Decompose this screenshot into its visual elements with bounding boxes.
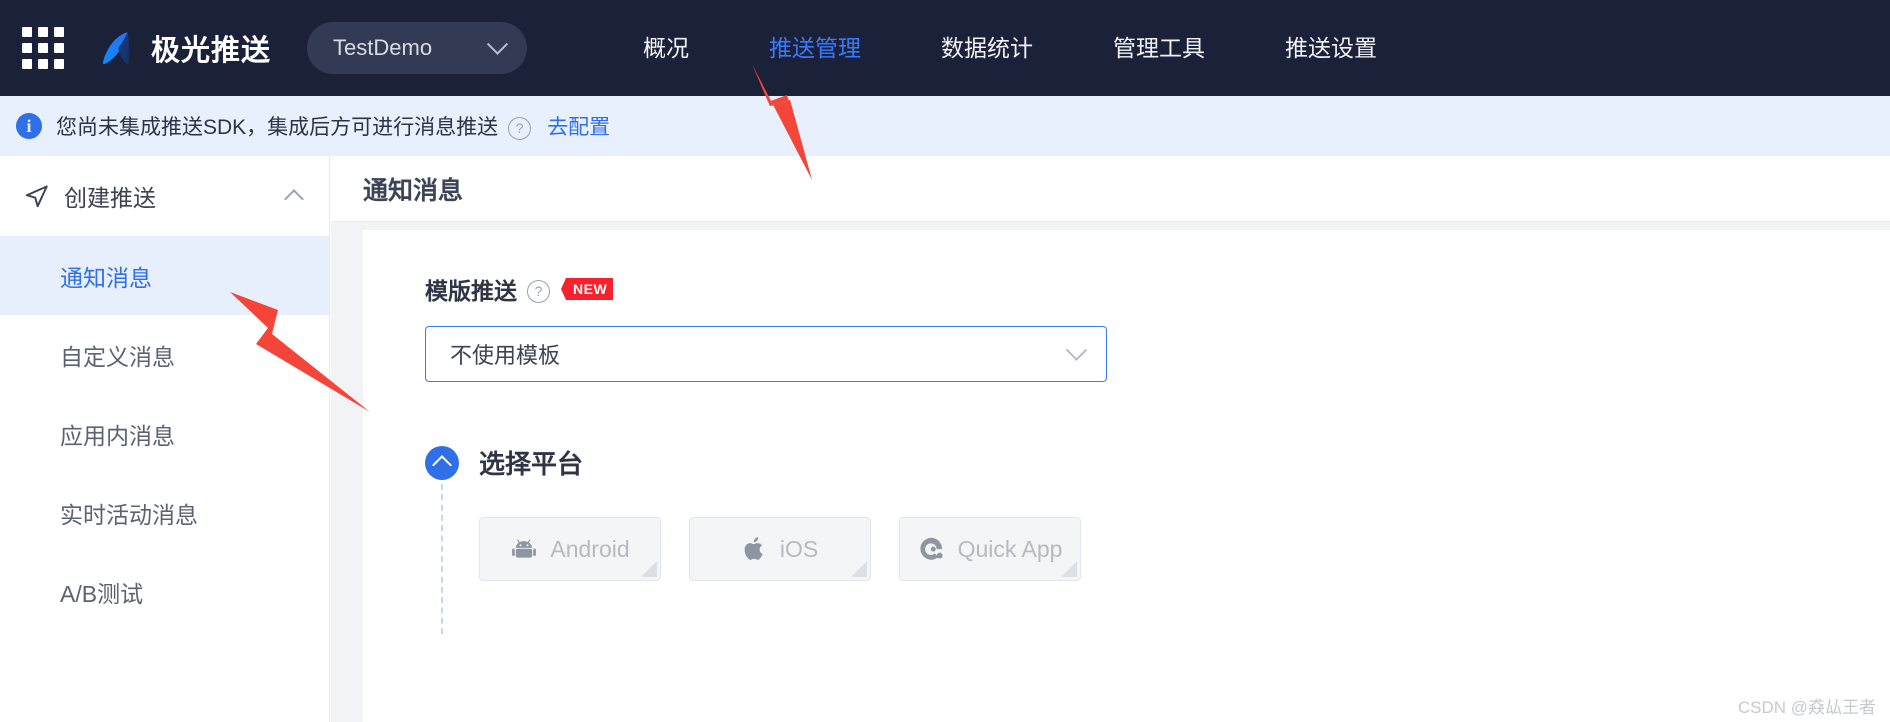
sidebar-item-notification-message[interactable]: 通知消息 xyxy=(0,236,329,315)
brand-name: 极光推送 xyxy=(151,35,272,67)
grid-dot xyxy=(38,43,48,53)
sidebar-item-inapp-message[interactable]: 应用内消息 xyxy=(0,394,329,473)
apple-icon xyxy=(744,537,763,560)
platform-button-quick-app[interactable]: Quick App xyxy=(899,517,1081,581)
main-navigation: 概况 推送管理 数据统计 管理工具 推送设置 xyxy=(603,0,1417,96)
sidebar-item-label: 应用内消息 xyxy=(60,422,175,449)
app-root: 极光推送 TestDemo 概况 推送管理 数据统计 管理工具 推送设置 i 您… xyxy=(0,0,1890,722)
chevron-up-icon[interactable] xyxy=(284,188,304,209)
question-circle-icon[interactable]: ? xyxy=(508,116,532,140)
platform-label: iOS xyxy=(779,535,819,562)
go-configure-link[interactable]: 去配置 xyxy=(547,111,610,141)
platform-button-android[interactable]: Android xyxy=(479,517,661,581)
sidebar-item-label: 自定义消息 xyxy=(60,343,175,370)
sidebar-item-label: 通知消息 xyxy=(60,264,152,291)
push-form-card: 模版推送 ? NEW 不使用模板 选择平台 Android iOS Quick … xyxy=(363,230,1890,722)
chevron-down-icon xyxy=(486,33,509,55)
select-platform-section: 选择平台 Android iOS Quick App xyxy=(425,444,1890,634)
corner-triangle-icon xyxy=(1061,561,1077,577)
csdn-watermark: CSDN @猋厸王者 xyxy=(1737,698,1876,717)
grid-dot xyxy=(22,27,32,37)
info-circle-icon: i xyxy=(16,113,42,139)
platform-label: Android xyxy=(550,535,630,562)
android-icon xyxy=(512,539,537,558)
chevron-down-icon xyxy=(1065,339,1088,361)
notice-message: 您尚未集成推送SDK，集成后方可进行消息推送 xyxy=(56,116,499,139)
select-platform-title: 选择平台 xyxy=(479,449,584,479)
nav-item-push-management[interactable]: 推送管理 xyxy=(729,0,901,96)
brand-logo-link[interactable]: 极光推送 xyxy=(96,27,271,69)
nav-item-management-tools[interactable]: 管理工具 xyxy=(1073,0,1245,96)
grid-dot xyxy=(54,43,64,53)
sidebar-group-create-push[interactable]: 创建推送 xyxy=(0,156,329,236)
platform-label: Quick App xyxy=(957,535,1063,562)
sidebar-item-label: A/B测试 xyxy=(60,580,144,607)
app-switcher-current-app: TestDemo xyxy=(333,35,433,60)
page-title: 通知消息 xyxy=(363,176,464,205)
corner-triangle-icon xyxy=(851,561,867,577)
apps-grid-icon[interactable] xyxy=(22,27,64,69)
new-badge: NEW xyxy=(560,278,614,300)
paper-plane-icon xyxy=(25,185,48,208)
page-header: 通知消息 xyxy=(331,156,1890,222)
grid-dot xyxy=(38,59,48,69)
section-connector-line xyxy=(441,484,443,634)
sdk-integration-notice-bar: i 您尚未集成推送SDK，集成后方可进行消息推送 ? 去配置 xyxy=(0,96,1890,156)
template-select-value: 不使用模板 xyxy=(450,343,561,368)
main-content: 通知消息 模版推送 ? NEW 不使用模板 选择平台 Android iOS Q… xyxy=(331,156,1890,722)
grid-dot xyxy=(38,27,48,37)
sidebar-group-label: 创建推送 xyxy=(64,185,156,211)
sidebar-item-live-activity-message[interactable]: 实时活动消息 xyxy=(0,473,329,552)
template-push-label-row: 模版推送 ? NEW xyxy=(425,272,1890,306)
question-circle-icon[interactable]: ? xyxy=(527,279,550,303)
chevron-up-circle-icon[interactable] xyxy=(425,445,459,480)
quickapp-icon xyxy=(919,537,943,560)
grid-dot xyxy=(22,43,32,53)
nav-item-overview[interactable]: 概况 xyxy=(603,0,729,96)
template-push-label: 模版推送 xyxy=(425,278,517,304)
sidebar-item-label: 实时活动消息 xyxy=(60,501,198,528)
select-platform-header: 选择平台 xyxy=(425,444,1890,481)
corner-triangle-icon xyxy=(641,561,657,577)
platform-button-group: Android iOS Quick App xyxy=(425,517,1890,581)
sidebar-item-ab-test[interactable]: A/B测试 xyxy=(0,552,329,631)
sidebar: 创建推送 通知消息 自定义消息 应用内消息 实时活动消息 A/B测试 xyxy=(0,156,330,722)
top-navigation-bar: 极光推送 TestDemo 概况 推送管理 数据统计 管理工具 推送设置 xyxy=(0,0,1890,96)
template-select[interactable]: 不使用模板 xyxy=(425,326,1107,382)
nav-item-data-statistics[interactable]: 数据统计 xyxy=(901,0,1073,96)
grid-dot xyxy=(54,59,64,69)
jiguang-logo-icon xyxy=(102,32,130,65)
grid-dot xyxy=(22,59,32,69)
grid-dot xyxy=(54,27,64,37)
sidebar-item-custom-message[interactable]: 自定义消息 xyxy=(0,315,329,394)
nav-item-push-settings[interactable]: 推送设置 xyxy=(1245,0,1417,96)
platform-button-ios[interactable]: iOS xyxy=(689,517,871,581)
app-switcher-dropdown[interactable]: TestDemo xyxy=(307,22,528,74)
